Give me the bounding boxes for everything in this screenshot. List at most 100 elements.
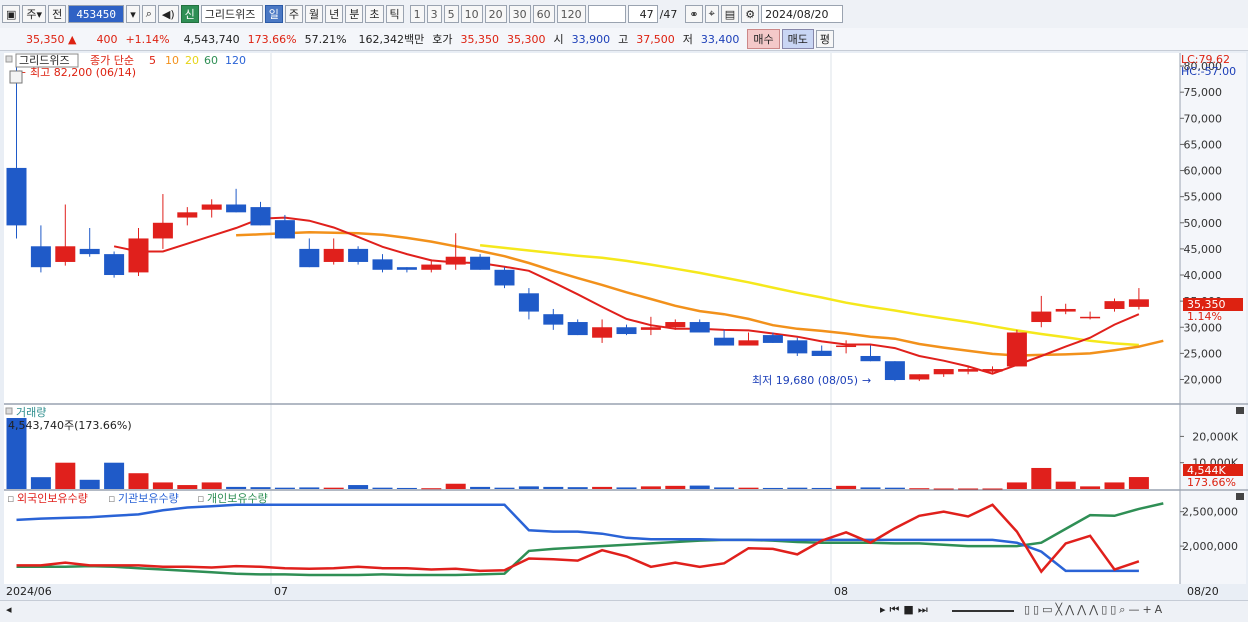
bid-price: 35,300: [507, 32, 546, 46]
interval-select[interactable]: [587, 5, 626, 23]
candle: [1104, 301, 1125, 309]
volume-bar: [1055, 481, 1076, 489]
candle: [1080, 316, 1101, 319]
legend-name: 그리드위즈: [19, 54, 70, 67]
playback-controls-icon[interactable]: ▸⏮■⏭: [880, 603, 932, 617]
volume-bar: [323, 487, 344, 489]
market-label: 주: [26, 8, 37, 21]
volume-bar: [1006, 482, 1027, 489]
high-annotation: 최고 82,200 (06/14): [30, 66, 136, 79]
drawing-tools-icon[interactable]: ▯▯▭╳⋀⋀⋀▯▯⌕—+A: [1024, 603, 1165, 617]
candle: [762, 335, 783, 343]
prev-button[interactable]: 전: [48, 5, 67, 23]
legend-sep2-icon: ▫: [197, 492, 204, 505]
stock-chart[interactable]: 80,00075,00070,00065,00060,00055,00050,0…: [0, 51, 1248, 621]
volume-bar: [616, 487, 637, 489]
candle: [860, 355, 881, 362]
price-tick-label: 30,000: [1184, 321, 1223, 334]
price-tick-label: 65,000: [1184, 138, 1223, 151]
stock-code-input[interactable]: 453450: [68, 5, 125, 23]
interval-button[interactable]: 1: [409, 5, 425, 23]
period-button[interactable]: 월: [305, 5, 324, 23]
interval-button[interactable]: 120: [556, 5, 586, 23]
candle: [592, 327, 613, 338]
search-icon[interactable]: ⌕: [141, 5, 156, 23]
link-icon[interactable]: ⚭: [685, 5, 703, 23]
holdings-tick-label: 2,500,000: [1182, 506, 1238, 519]
volume-bar: [55, 462, 76, 489]
interval-button[interactable]: 3: [426, 5, 442, 23]
volume-pane-icon: [5, 407, 13, 415]
sell-button[interactable]: 매도: [781, 29, 814, 49]
right-arrow-icon: →: [862, 374, 871, 387]
candle: [1006, 332, 1027, 367]
gear-icon[interactable]: ⚙: [741, 5, 760, 23]
hoga-label: 호가: [432, 33, 453, 46]
price-tick-label: 70,000: [1184, 112, 1223, 125]
period-button[interactable]: 년: [325, 5, 344, 23]
period-button[interactable]: 주: [284, 5, 304, 23]
legend-ma-label: 종가 단순: [90, 54, 134, 67]
candle: [372, 259, 393, 270]
interval-button[interactable]: 5: [443, 5, 459, 23]
crosshair-icon[interactable]: ⌖: [704, 5, 719, 23]
candle: [518, 293, 539, 312]
candle: [250, 207, 271, 226]
buy-button[interactable]: 매수: [747, 29, 780, 49]
volume-bar: [396, 487, 417, 489]
date-input[interactable]: 2024/08/20: [761, 5, 844, 23]
ask-price: 35,350: [460, 32, 500, 46]
volume-bar: [494, 487, 515, 489]
volume-title: 거래량: [16, 406, 46, 419]
low-annotation: 최저 19,680 (08/05): [752, 374, 858, 387]
volume-pane: [4, 405, 1180, 489]
candle: [1055, 308, 1076, 312]
market-select[interactable]: 주 ▾: [22, 5, 47, 23]
volume-bar: [860, 487, 881, 489]
volume-bar: [543, 486, 564, 489]
zoom-slider[interactable]: [952, 610, 1014, 612]
low-label: 저: [682, 33, 693, 46]
holdings-pane-close-icon[interactable]: [1236, 493, 1244, 500]
interval-button[interactable]: 20: [484, 5, 507, 23]
up-arrow-icon: ▲: [68, 32, 77, 46]
save-icon[interactable]: ▤: [720, 5, 740, 23]
period-button[interactable]: 초: [365, 5, 384, 23]
pane-icon: [5, 55, 13, 63]
volume-bar: [689, 485, 710, 489]
volume-bar: [884, 487, 905, 489]
candle: [958, 369, 979, 372]
layout-icon[interactable]: ▣: [2, 5, 21, 23]
volume-bar: [177, 485, 198, 489]
legend-ma10: 10: [165, 54, 179, 67]
interval-button[interactable]: 30: [508, 5, 531, 23]
price-change-pct: +1.14%: [125, 32, 170, 46]
calendar-icon[interactable]: [9, 70, 23, 84]
period-button[interactable]: 분: [345, 5, 364, 23]
volume-bar: [933, 488, 954, 490]
x-label-jul: 07: [274, 585, 288, 598]
candle: [323, 248, 344, 262]
volume-bar: [567, 487, 588, 489]
volume-bar: [909, 488, 930, 490]
period-button[interactable]: 일: [264, 5, 283, 23]
volume-bar: [836, 485, 857, 489]
eval-button[interactable]: 평: [815, 30, 835, 48]
interval-button[interactable]: 60: [532, 5, 555, 23]
volume-bar: [104, 462, 125, 489]
candle: [640, 327, 661, 330]
data-count-input[interactable]: 47: [627, 5, 658, 23]
scroll-bar[interactable]: ◂ ▸⏮■⏭ ▯▯▭╳⋀⋀⋀▯▯⌕—+A: [0, 600, 1248, 622]
code-dropdown-icon[interactable]: ▾: [126, 5, 140, 23]
x-label-end: 08/20: [1187, 585, 1219, 598]
period-button[interactable]: 틱: [385, 5, 404, 23]
candle: [836, 345, 857, 348]
candle: [616, 327, 637, 335]
legend-ma120: 120: [225, 54, 246, 67]
interval-button[interactable]: 10: [460, 5, 483, 23]
volume-bar: [79, 479, 100, 489]
volume-pane-close-icon[interactable]: [1236, 407, 1244, 414]
scroll-left-icon[interactable]: ◂: [6, 603, 12, 616]
speaker-icon[interactable]: ◀): [157, 5, 179, 23]
candle: [982, 369, 1003, 372]
